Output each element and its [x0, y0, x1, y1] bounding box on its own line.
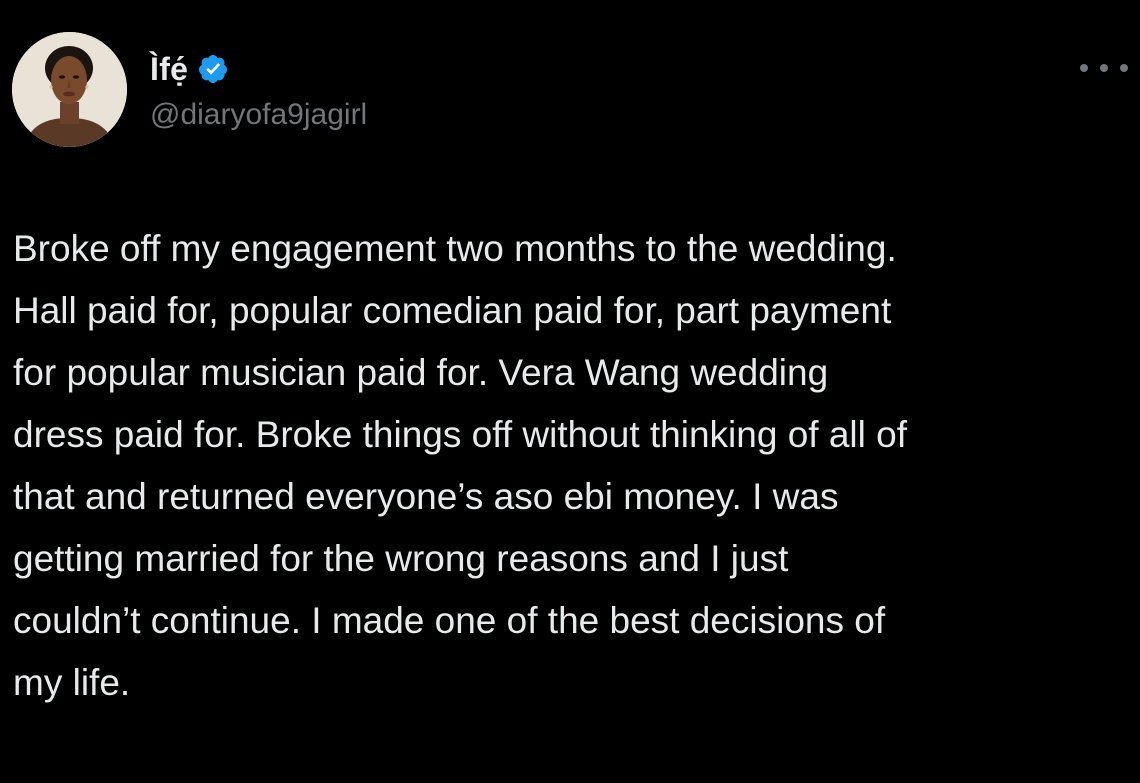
avatar-image — [12, 32, 127, 147]
tweet-text-line: dress paid for. Broke things off without… — [13, 414, 907, 455]
more-dot — [1080, 64, 1088, 72]
more-dot — [1100, 64, 1108, 72]
more-dot — [1120, 64, 1128, 72]
more-options-icon[interactable] — [1080, 56, 1128, 80]
tweet-text-line: getting married for the wrong reasons an… — [13, 538, 789, 579]
author-name-row[interactable]: Ìfẹ́ — [150, 50, 229, 88]
tweet-body-text: Broke off my engagement two months to th… — [13, 218, 1133, 714]
tweet-text-line: for popular musician paid for. Vera Wang… — [13, 352, 829, 393]
tweet-text-line: couldn’t continue. I made one of the bes… — [13, 600, 886, 641]
verified-badge-icon — [197, 53, 229, 85]
author-avatar[interactable] — [12, 32, 127, 147]
tweet-text-line: my life. — [13, 662, 131, 703]
tweet-text-line: Hall paid for, popular comedian paid for… — [13, 290, 892, 331]
tweet-text-line: Broke off my engagement two months to th… — [13, 228, 897, 269]
author-display-name[interactable]: Ìfẹ́ — [150, 51, 188, 88]
tweet-text-line: that and returned everyone’s aso ebi mon… — [13, 476, 839, 517]
author-handle[interactable]: @diaryofa9jagirl — [150, 98, 367, 132]
tweet-card: Ìfẹ́ @diaryofa9jagirl Broke off my engag… — [0, 0, 1140, 783]
